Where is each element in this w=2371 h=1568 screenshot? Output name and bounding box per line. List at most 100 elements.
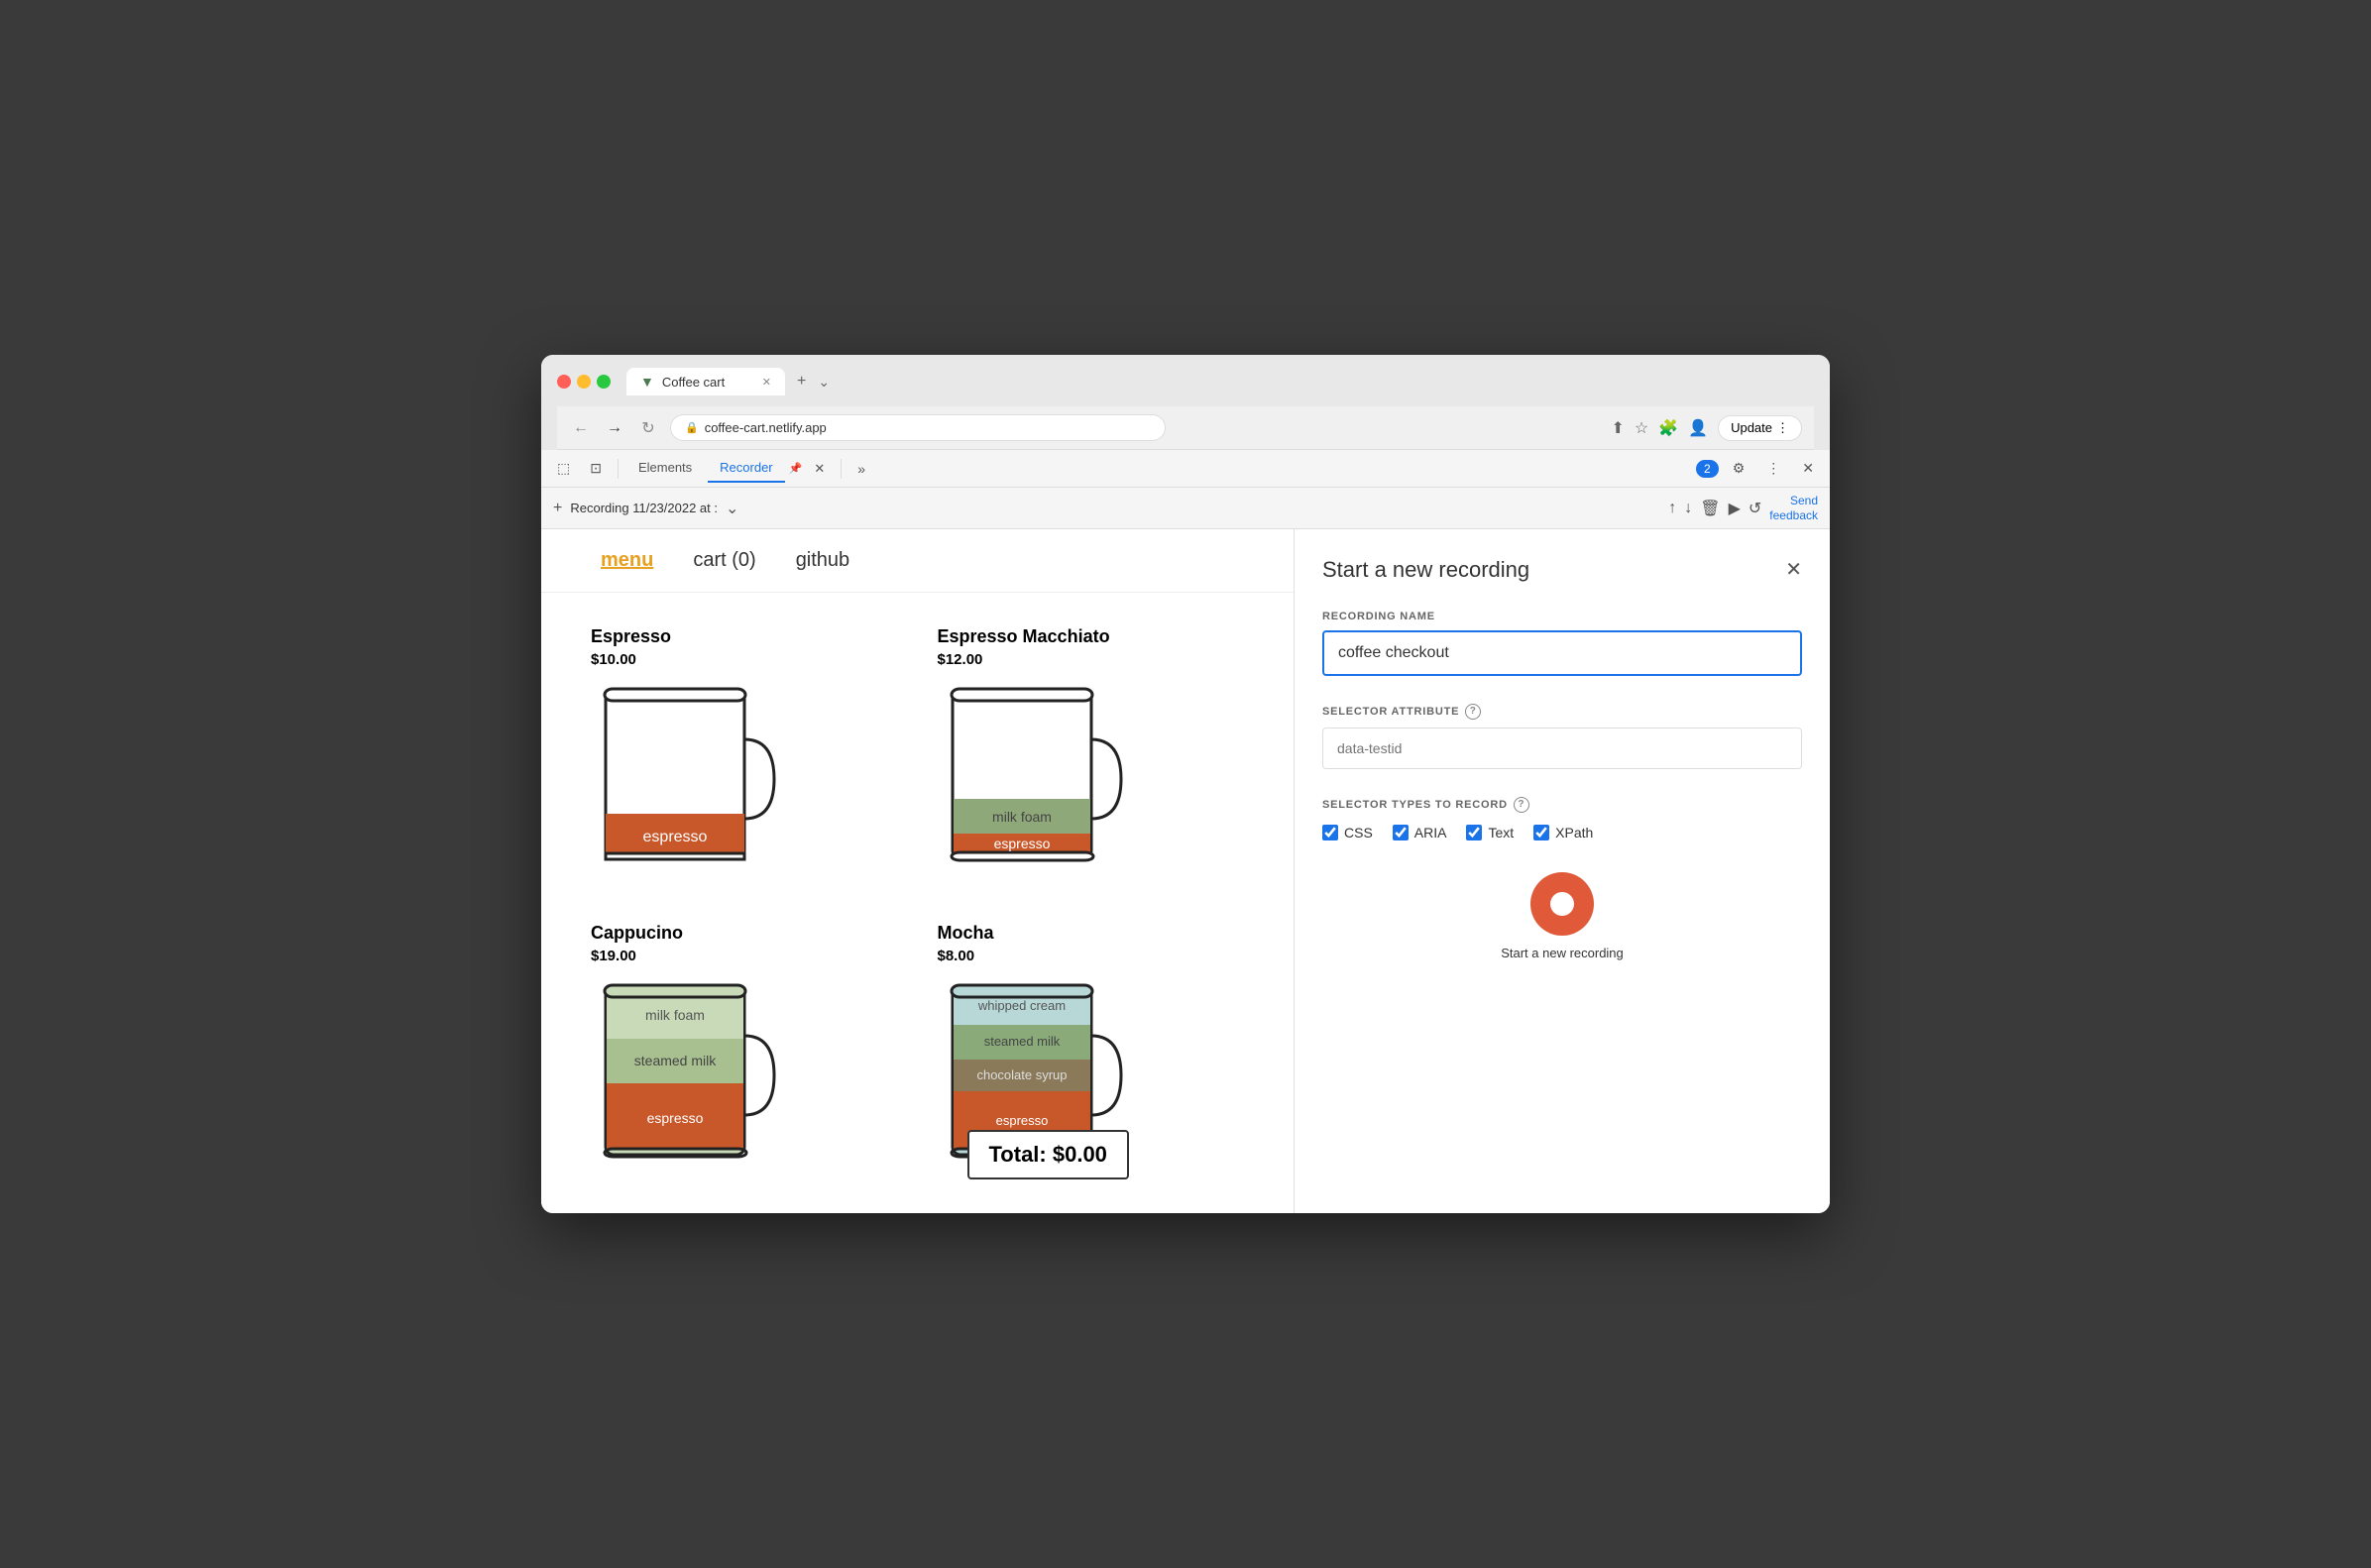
svg-text:espresso: espresso [993,836,1050,851]
selector-attribute-label: SELECTOR ATTRIBUTE ? [1322,704,1802,720]
recording-actions: ↑ ↓ 🗑 ▶ ↺ Sendfeedback [1668,494,1818,522]
coffee-item-mocha[interactable]: Mocha $8.00 [928,913,1255,1189]
browser-window: ▼ Coffee cart ✕ + ⌄ ← → ↻ 🔒 coffee-cart.… [541,355,1830,1213]
expand-recording-icon[interactable]: ⌄ [726,499,738,518]
more-options-icon[interactable]: ⋮ [1758,456,1788,481]
address-text: coffee-cart.netlify.app [705,420,827,435]
send-feedback-link[interactable]: Sendfeedback [1769,494,1818,522]
back-button[interactable]: ← [569,419,593,437]
new-tab-button[interactable]: + [787,367,816,396]
start-recording-button[interactable] [1530,872,1594,936]
pin-icon: 📌 [789,462,803,475]
close-traffic-light[interactable] [557,375,571,389]
coffee-name-macchiato: Espresso Macchiato [938,626,1245,647]
responsive-tool-icon[interactable]: ⊡ [582,456,610,481]
close-recorder-icon[interactable]: ✕ [806,457,833,481]
coffee-name-cappucino: Cappucino [591,923,898,944]
selector-types-section: SELECTOR TYPES TO RECORD ? CSS ARIA [1322,797,1802,840]
update-button[interactable]: Update ⋮ [1718,415,1802,441]
svg-text:whipped cream: whipped cream [976,998,1065,1013]
tab-recorder[interactable]: Recorder [708,454,784,483]
checkbox-aria[interactable]: ARIA [1393,825,1447,840]
nav-menu[interactable]: menu [601,549,653,572]
tab-favicon: ▼ [640,374,654,390]
active-tab[interactable]: ▼ Coffee cart ✕ [626,368,785,395]
panel-title: Start a new recording [1322,557,1529,583]
refresh-button[interactable]: ↻ [636,418,660,438]
close-devtools-icon[interactable]: ✕ [1794,456,1822,481]
play-recording-icon[interactable]: ▶ [1729,499,1741,518]
maximize-traffic-light[interactable] [597,375,611,389]
site-nav: menu cart (0) github [541,529,1294,593]
title-bar-top: ▼ Coffee cart ✕ + ⌄ [557,367,1814,396]
tab-chevron[interactable]: ⌄ [818,374,830,391]
tab-elements[interactable]: Elements [626,454,704,483]
title-bar: ▼ Coffee cart ✕ + ⌄ ← → ↻ 🔒 coffee-cart.… [541,355,1830,450]
update-chevron: ⋮ [1776,420,1789,436]
coffee-item-espresso[interactable]: Espresso $10.00 espresso [581,616,908,893]
coffee-price-espresso: $10.00 [591,651,898,668]
replay-recording-icon[interactable]: ↺ [1749,499,1761,518]
share-icon[interactable]: ⬆ [1611,418,1624,438]
text-label: Text [1488,825,1514,840]
svg-text:espresso: espresso [647,1110,704,1126]
settings-icon[interactable]: ⚙ [1725,456,1753,481]
address-input[interactable]: 🔒 coffee-cart.netlify.app [670,414,1166,441]
lock-icon: 🔒 [685,421,699,434]
devtools-tab-bar: ⬚ ⊡ Elements Recorder 📌 ✕ » 2 ⚙ ⋮ ✕ [541,450,1830,488]
website-content: menu cart (0) github Espresso $10.00 [541,529,1295,1213]
cursor-tool-icon[interactable]: ⬚ [549,456,578,481]
selector-attribute-help-icon[interactable]: ? [1465,704,1481,720]
coffee-item-macchiato[interactable]: Espresso Macchiato $12.00 milk foam [928,616,1255,893]
svg-text:chocolate syrup: chocolate syrup [976,1067,1067,1082]
nav-cart[interactable]: cart (0) [693,549,755,572]
forward-button[interactable]: → [603,419,626,437]
profile-icon[interactable]: 👤 [1688,418,1708,438]
svg-text:espresso: espresso [995,1113,1048,1128]
coffee-grid: Espresso $10.00 espresso [541,593,1294,1213]
total-badge: Total: $0.00 [967,1130,1129,1179]
xpath-checkbox[interactable] [1533,825,1549,840]
checkbox-text[interactable]: Text [1466,825,1514,840]
start-recording-label: Start a new recording [1501,946,1624,960]
download-recording-icon[interactable]: ↓ [1684,500,1692,517]
minimize-traffic-light[interactable] [577,375,591,389]
nav-github[interactable]: github [796,549,850,572]
more-tabs-icon[interactable]: » [849,457,873,481]
css-label: CSS [1344,825,1373,840]
upload-recording-icon[interactable]: ↑ [1668,500,1676,517]
aria-label: ARIA [1414,825,1447,840]
coffee-price-macchiato: $12.00 [938,651,1245,668]
devtools-panel: Start a new recording ✕ RECORDING NAME S… [1295,529,1830,1213]
svg-text:steamed milk: steamed milk [634,1053,717,1068]
tab-close-icon[interactable]: ✕ [762,376,771,389]
panel-close-button[interactable]: ✕ [1785,557,1802,582]
coffee-item-cappucino[interactable]: Cappucino $19.00 milk fo [581,913,908,1189]
delete-recording-icon[interactable]: 🗑 [1700,499,1720,518]
text-checkbox[interactable] [1466,825,1482,840]
coffee-cup-espresso: espresso [591,680,779,878]
checkbox-xpath[interactable]: XPath [1533,825,1593,840]
coffee-price-mocha: $8.00 [938,948,1245,964]
checkbox-css[interactable]: CSS [1322,825,1373,840]
coffee-name-mocha: Mocha [938,923,1245,944]
selector-attribute-input[interactable] [1322,728,1802,769]
add-recording-icon[interactable]: + [553,500,562,517]
checkboxes-row: CSS ARIA Text XPath [1322,825,1802,840]
selector-types-help-icon[interactable]: ? [1514,797,1529,813]
badge-count: 2 [1696,460,1719,478]
recording-name-input[interactable] [1322,630,1802,676]
record-dot-icon [1550,892,1574,916]
coffee-price-cappucino: $19.00 [591,948,898,964]
xpath-label: XPath [1555,825,1593,840]
svg-text:milk foam: milk foam [992,809,1052,825]
panel-content: Start a new recording ✕ RECORDING NAME S… [1295,529,1830,1213]
css-checkbox[interactable] [1322,825,1338,840]
recording-name-label: RECORDING NAME [1322,611,1802,622]
extensions-icon[interactable]: 🧩 [1658,418,1678,438]
tab-bar: ▼ Coffee cart ✕ + ⌄ [626,367,830,396]
aria-checkbox[interactable] [1393,825,1409,840]
bookmark-icon[interactable]: ☆ [1635,418,1648,438]
record-section: Start a new recording [1322,872,1802,960]
address-bar: ← → ↻ 🔒 coffee-cart.netlify.app ⬆ ☆ 🧩 👤 … [557,406,1814,450]
